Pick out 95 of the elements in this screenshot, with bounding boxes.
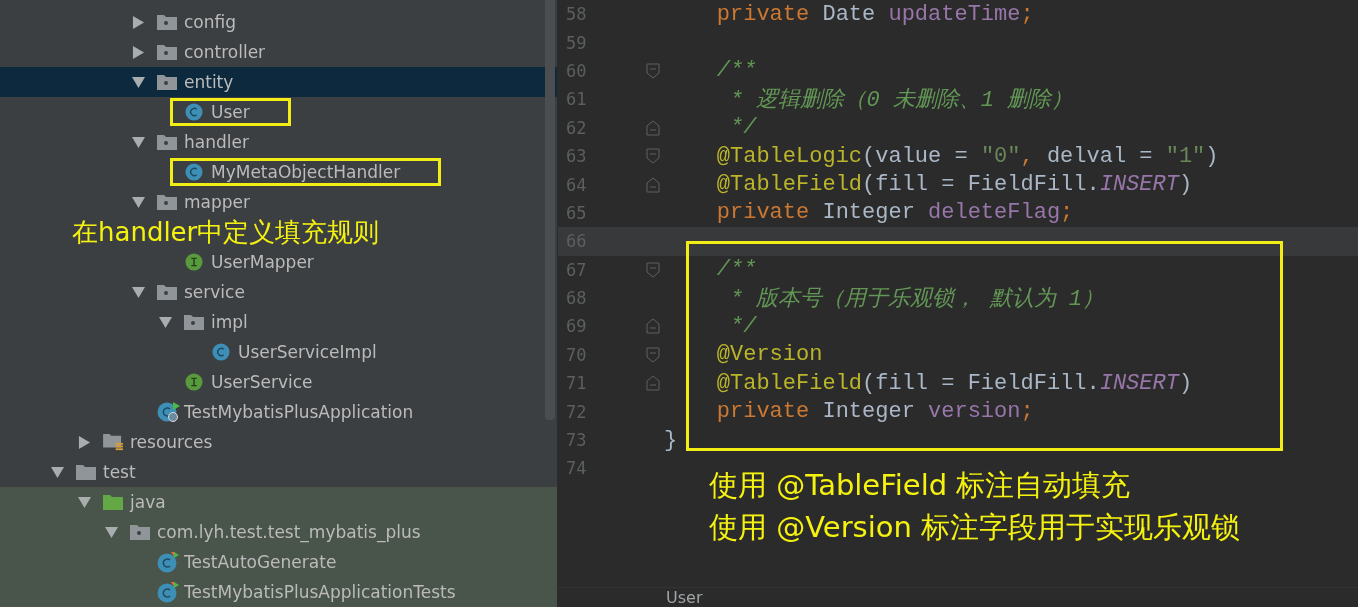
code-line: private Integer deleteFlag; (715, 200, 1074, 226)
code-line: } (664, 427, 678, 453)
tree-row[interactable]: test (0, 457, 557, 487)
class-icon (184, 163, 204, 181)
package-folder-icon (157, 193, 177, 211)
interface-icon (184, 253, 204, 271)
tree-item-label: TestMybatisPlusApplicationTests (184, 582, 456, 602)
expanded-arrow-icon[interactable] (131, 135, 145, 149)
package-folder-icon (157, 13, 177, 31)
tree-item-label: test (103, 462, 136, 482)
collapsed-arrow-icon[interactable] (77, 435, 91, 449)
annotation-text: 在handler中定义填充规则 (72, 217, 380, 247)
tree-row[interactable]: User (0, 97, 557, 127)
tree-row[interactable]: service (0, 277, 557, 307)
code-line: */ (729, 115, 757, 141)
tree-item-label: controller (184, 42, 266, 62)
tree-item-label: User (211, 102, 250, 122)
tree-row[interactable]: TestAutoGenerate (0, 547, 557, 577)
fold-icon[interactable] (646, 148, 660, 165)
tree-row[interactable]: java (0, 487, 557, 517)
resources-folder-icon (103, 433, 123, 451)
fold-icon[interactable] (646, 176, 660, 193)
fold-icon[interactable] (646, 261, 660, 278)
tree-item-label: UserMapper (211, 252, 314, 272)
package-folder-icon (184, 313, 204, 331)
tree-row[interactable]: mapper (0, 187, 557, 217)
tree-item-label: entity (184, 72, 234, 92)
tree-row[interactable]: UserServiceImpl (0, 337, 557, 367)
class-icon (184, 103, 204, 121)
fold-icon[interactable] (646, 119, 660, 136)
fold-icon[interactable] (646, 62, 660, 79)
tree-item-label: com.lyh.test.test_mybatis_plus (157, 522, 421, 542)
tree-row[interactable]: config (0, 7, 557, 37)
test-class-icon (157, 551, 181, 573)
tree-item-label: UserServiceImpl (238, 342, 377, 362)
run-class-icon (157, 401, 181, 423)
tree-row[interactable]: MyMetaObjectHandler (0, 157, 557, 187)
code-line: private Integer version; (715, 399, 1034, 425)
tree-row[interactable]: UserMapper (0, 247, 557, 277)
tree-item-label: mapper (184, 192, 250, 212)
tree-item-label: config (184, 12, 237, 32)
folder-icon (103, 493, 123, 511)
test-class-icon (157, 581, 181, 603)
package-folder-icon (157, 133, 177, 151)
tree-item-label: TestAutoGenerate (184, 552, 337, 572)
expanded-arrow-icon[interactable] (77, 495, 91, 509)
annotation-text: 使用 @TableField 标注自动填充 (709, 467, 1132, 504)
expanded-arrow-icon[interactable] (131, 195, 145, 209)
code-line: * 版本号（用于乐观锁， 默认为 1） (729, 286, 1105, 314)
tree-row[interactable]: com.lyh.test.test_mybatis_plus (0, 517, 557, 547)
expanded-arrow-icon[interactable] (158, 315, 172, 329)
tree-item-label: TestMybatisPlusApplication (184, 402, 414, 422)
package-folder-icon (157, 283, 177, 301)
expanded-arrow-icon[interactable] (131, 75, 145, 89)
code-line: @TableField(fill = FieldFill.INSERT) (715, 172, 1193, 198)
tree-item-label: resources (130, 432, 213, 452)
expanded-arrow-icon[interactable] (131, 285, 145, 299)
tree-row[interactable]: controller (0, 37, 557, 67)
tree-item-label: MyMetaObjectHandler (211, 162, 401, 182)
expanded-arrow-icon[interactable] (104, 525, 118, 539)
tree-row[interactable]: UserService (0, 367, 557, 397)
package-folder-icon (157, 73, 177, 91)
tree-item-label: service (184, 282, 245, 302)
tree-row[interactable]: TestMybatisPlusApplication (0, 397, 557, 427)
package-folder-icon (130, 523, 150, 541)
code-line: @TableLogic(value = "0", delval = "1") (715, 143, 1219, 169)
tree-row[interactable]: entity (0, 67, 557, 97)
tree-row[interactable]: TestMybatisPlusApplicationTests (0, 577, 557, 607)
collapsed-arrow-icon[interactable] (131, 45, 145, 59)
code-line: /** (715, 58, 757, 84)
package-folder-icon (157, 43, 177, 61)
fold-icon[interactable] (646, 318, 660, 335)
fold-icon[interactable] (646, 346, 660, 363)
tree-item-label: UserService (211, 372, 313, 392)
code-line: private Date updateTime; (715, 1, 1034, 27)
expanded-arrow-icon[interactable] (50, 465, 64, 479)
scrollbar[interactable] (545, 0, 555, 420)
tree-item-label: impl (211, 312, 248, 332)
class-icon (211, 343, 231, 361)
tree-row[interactable]: resources (0, 427, 557, 457)
folder-icon (76, 463, 96, 481)
code-line: @Version (715, 342, 823, 368)
interface-icon (184, 373, 204, 391)
code-line: */ (729, 314, 757, 339)
code-line: /** (715, 257, 757, 283)
collapsed-arrow-icon[interactable] (131, 15, 145, 29)
code-line: @TableField(fill = FieldFill.INSERT) (715, 370, 1193, 396)
annotation-text: 使用 @Version 标注字段用于实现乐观锁 (709, 509, 1241, 546)
tree-row[interactable]: impl (0, 307, 557, 337)
tree-row[interactable]: handler (0, 127, 557, 157)
tree-item-label: handler (184, 132, 249, 152)
breadcrumb[interactable]: User (666, 588, 703, 607)
fold-icon[interactable] (646, 375, 660, 392)
tree-item-label: java (130, 492, 166, 512)
code-line: * 逻辑删除（0 未删除、1 删除） (729, 87, 1074, 115)
